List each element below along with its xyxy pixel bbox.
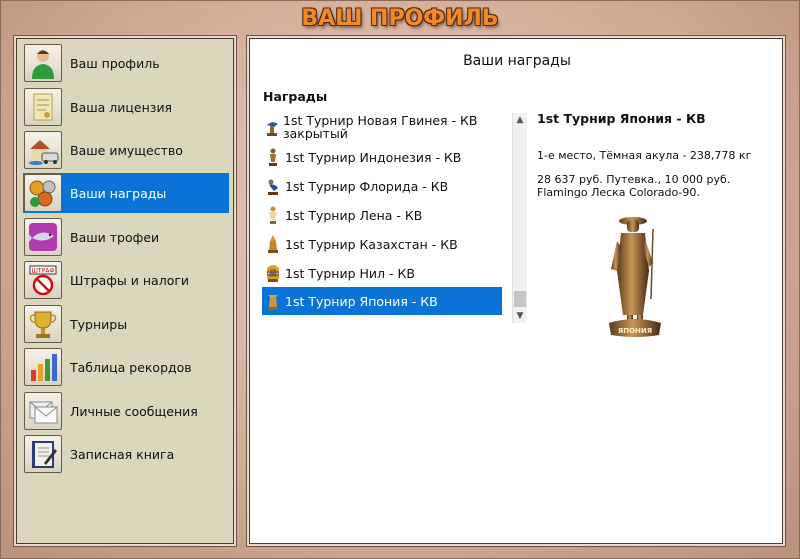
chevron-down-icon[interactable]: ▼ [513, 309, 527, 323]
samurai-icon [264, 290, 282, 312]
sidebar-item-label: Штрафы и налоги [70, 272, 190, 288]
chevron-up-icon[interactable]: ▲ [513, 113, 527, 127]
sidebar-item-label: Записная книга [70, 446, 175, 462]
sidebar-item-trophies[interactable]: Ваши трофеи [23, 217, 229, 257]
list-item[interactable]: 1st Турнир Лена - КВ [262, 201, 502, 229]
award-detail-title: 1st Турнир Япония - КВ [537, 111, 706, 126]
fines-icon: ШТРАФ [24, 261, 62, 299]
list-item-label: 1st Турнир Флорида - КВ [285, 178, 449, 194]
statue-label: ЯПОНИЯ [618, 327, 652, 335]
awards-list-scrollbar[interactable]: ▲ ▼ [512, 113, 527, 323]
main-title: Ваши награды [463, 53, 571, 69]
page-title: ВАШ ПРОФИЛЬ [301, 6, 499, 31]
award-figure-icon [264, 146, 282, 168]
list-item-label: 1st Турнир Лена - КВ [285, 207, 423, 223]
notebook-icon [24, 435, 62, 473]
list-item[interactable]: 1st Турнир Япония - КВ [262, 287, 502, 315]
award-figure-icon [264, 204, 282, 226]
award-figure-icon [264, 116, 280, 138]
sidebar-item-awards[interactable]: Ваши награды [23, 173, 229, 213]
scrollbar-thumb[interactable] [514, 291, 526, 307]
sidebar-item-profile[interactable]: Ваш профиль [23, 43, 229, 83]
sidebar-item-label: Таблица рекордов [70, 359, 192, 375]
cup-icon [24, 305, 62, 343]
sidebar-item-label: Ваш профиль [70, 55, 160, 71]
sidebar-item-license[interactable]: Ваша лицензия [23, 87, 229, 127]
sidebar-item-label: Турниры [70, 316, 128, 332]
awards-heading: Награды [263, 89, 328, 104]
sidebar-item-notebook[interactable]: Записная книга [23, 434, 229, 474]
messages-icon [24, 392, 62, 430]
list-item[interactable]: 1st Турнир Казахстан - КВ [262, 230, 502, 258]
list-item[interactable]: 1st Турнир Индонезия - КВ [262, 143, 502, 171]
list-item-label: 1st Турнир Казахстан - КВ [285, 236, 458, 252]
medals-icon [24, 174, 62, 212]
award-figure-icon [264, 233, 282, 255]
sidebar-item-messages[interactable]: Личные сообщения [23, 391, 229, 431]
list-item[interactable]: 1st Турнир Новая Гвинея - КВ закрытый [262, 111, 502, 143]
svg-text:ШТРАФ: ШТРАФ [32, 268, 55, 275]
list-item[interactable]: 1st Турнир Флорида - КВ [262, 172, 502, 200]
sidebar-item-tournaments[interactable]: Турниры [23, 304, 229, 344]
sidebar-item-fines[interactable]: ШТРАФ Штрафы и налоги [23, 260, 229, 300]
records-chart-icon [24, 348, 62, 386]
awards-list[interactable]: 1st Турнир Новая Гвинея - КВ закрытый 1s… [262, 111, 527, 323]
sidebar-item-label: Ваши трофеи [70, 229, 160, 245]
list-item-label: 1st Турнир Нил - КВ [285, 265, 415, 281]
award-detail-prize: 28 637 руб. Путевка., 10 000 руб. [537, 173, 731, 186]
award-detail-prize-extra: Flamingo Леска Colorado-90. [537, 186, 700, 199]
list-item-label: 1st Турнир Япония - КВ [285, 293, 438, 309]
property-icon [24, 131, 62, 169]
pharaoh-icon [264, 262, 282, 284]
sidebar-item-records[interactable]: Таблица рекордов [23, 347, 229, 387]
list-item-label: 1st Турнир Новая Гвинея - КВ закрытый [283, 113, 478, 141]
fish-trophy-icon [24, 218, 62, 256]
list-item-label: 1st Турнир Индонезия - КВ [285, 149, 462, 165]
sidebar-item-label: Ваши награды [70, 185, 167, 201]
list-item[interactable]: 1st Турнир Нил - КВ [262, 259, 502, 287]
award-figure-icon [264, 175, 282, 197]
sidebar-item-label: Ваша лицензия [70, 99, 173, 115]
main-panel: Ваши награды Награды 1st Турнир Новая Гв… [249, 38, 783, 544]
person-icon [24, 44, 62, 82]
award-detail-place: 1-е место, Тёмная акула - 238,778 кг [537, 149, 752, 162]
sidebar: Ваш профиль Ваша лицензия Ваше имущество… [16, 38, 234, 544]
sidebar-item-label: Ваше имущество [70, 142, 183, 158]
samurai-statue-image: ЯПОНИЯ [609, 217, 661, 337]
sidebar-item-property[interactable]: Ваше имущество [23, 130, 229, 170]
license-icon [24, 88, 62, 126]
sidebar-item-label: Личные сообщения [70, 403, 198, 419]
